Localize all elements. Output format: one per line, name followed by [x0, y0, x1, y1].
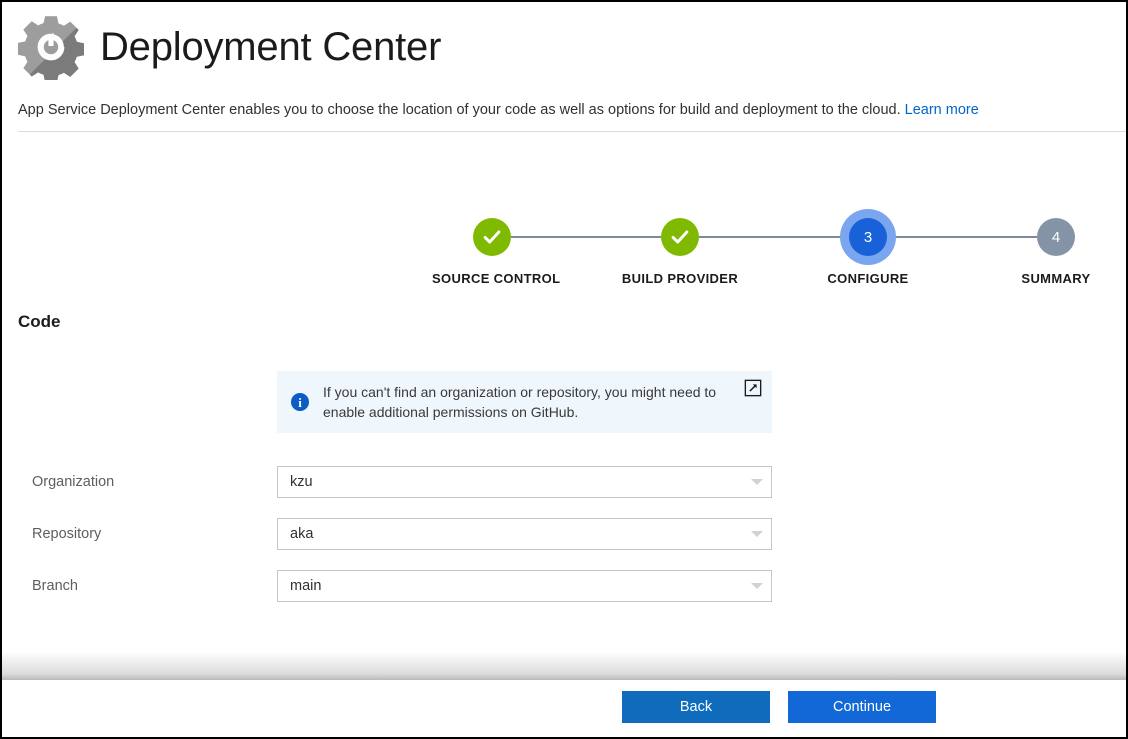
chevron-down-icon[interactable]: [743, 531, 771, 537]
footer-buttons: Back Continue: [622, 691, 936, 723]
wizard-step-number: 4: [1037, 218, 1075, 256]
wizard-step-build-provider[interactable]: BUILD PROVIDER: [620, 207, 740, 286]
deployment-center-window: Deployment Center App Service Deployment…: [0, 0, 1128, 739]
header-divider: [18, 131, 1126, 132]
form-row-organization: Organization kzu: [2, 464, 1126, 516]
footer-shadow: [2, 652, 1126, 680]
branch-value: main: [290, 578, 322, 594]
repository-value: aka: [290, 526, 314, 542]
wizard-step-number: 3: [849, 218, 887, 256]
organization-value: kzu: [290, 474, 313, 490]
label-repository: Repository: [32, 526, 102, 542]
deployment-gear-icon: [18, 14, 84, 80]
page-subtitle-text: App Service Deployment Center enables yo…: [18, 102, 901, 118]
external-link-icon[interactable]: [744, 379, 762, 397]
wizard-step-source-control[interactable]: SOURCE CONTROL: [432, 207, 561, 286]
wizard-step-marker: 4: [996, 207, 1116, 267]
check-icon: [473, 218, 511, 256]
info-banner: i If you can't find an organization or r…: [277, 371, 772, 433]
learn-more-link[interactable]: Learn more: [905, 102, 979, 118]
wizard-step-configure[interactable]: 3 CONFIGURE: [808, 207, 928, 286]
page-title: Deployment Center: [100, 25, 442, 69]
branch-dropdown[interactable]: main: [277, 570, 772, 602]
wizard-step-label: SUMMARY: [1021, 271, 1091, 286]
wizard-stepper: SOURCE CONTROL BUILD PROVIDER 3 CONFIGURE 4 S…: [2, 207, 1126, 297]
info-icon: i: [277, 393, 323, 411]
footer-bar: Back Continue: [2, 680, 1126, 737]
wizard-step-marker: 3: [808, 207, 928, 267]
check-icon: [661, 218, 699, 256]
form-row-repository: Repository aka: [2, 516, 1126, 568]
wizard-step-marker: [620, 207, 740, 267]
wizard-step-label: BUILD PROVIDER: [621, 271, 739, 286]
section-title-code: Code: [18, 312, 61, 331]
wizard-step-label: CONFIGURE: [827, 271, 909, 286]
organization-dropdown[interactable]: kzu: [277, 466, 772, 498]
wizard-step-marker: [432, 207, 552, 267]
label-organization: Organization: [32, 474, 115, 490]
label-branch: Branch: [32, 578, 78, 594]
chevron-down-icon[interactable]: [743, 479, 771, 485]
configure-form: Organization kzu Repository aka Branch main: [2, 464, 1126, 620]
chevron-down-icon[interactable]: [743, 583, 771, 589]
wizard-step-label: SOURCE CONTROL: [432, 271, 561, 286]
page-subtitle: App Service Deployment Center enables yo…: [18, 102, 979, 118]
continue-button[interactable]: Continue: [788, 691, 936, 723]
wizard-step-summary[interactable]: 4 SUMMARY: [996, 207, 1116, 286]
info-banner-text: If you can't find an organization or rep…: [323, 383, 717, 420]
back-button[interactable]: Back: [622, 691, 770, 723]
repository-dropdown[interactable]: aka: [277, 518, 772, 550]
form-row-branch: Branch main: [2, 568, 1126, 620]
title-row: Deployment Center: [18, 14, 441, 80]
page-header: Deployment Center App Service Deployment…: [2, 2, 1126, 133]
